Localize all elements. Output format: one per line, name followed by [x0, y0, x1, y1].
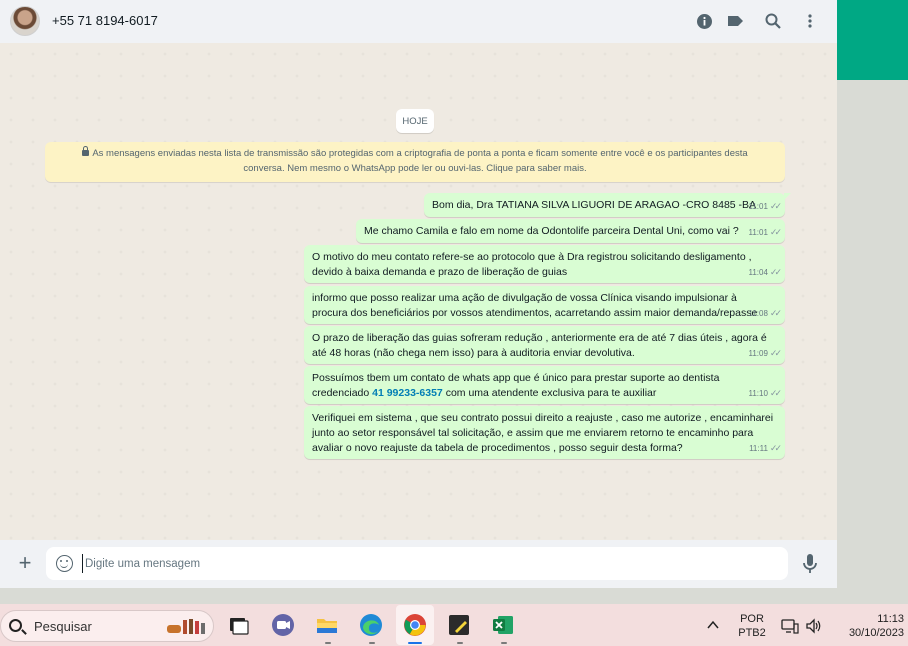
tray-chevron-up-icon[interactable] [707, 620, 719, 630]
teams-chat-icon[interactable] [271, 613, 295, 637]
excel-icon[interactable] [491, 613, 515, 637]
taskbar-search[interactable]: Pesquisar [0, 610, 214, 642]
sticky-app-indicator [457, 642, 463, 644]
message-text: Possuímos tbem um contato de whats app q… [312, 371, 777, 401]
message-meta: 11:01 ✓✓ [748, 199, 782, 214]
date-chip: HOJE [396, 109, 434, 133]
double-check-icon: ✓✓ [769, 348, 782, 358]
desktop-gap [0, 588, 908, 604]
message-bubble[interactable]: O prazo de liberação das guias sofreram … [304, 326, 785, 364]
menu-dots-icon[interactable] [800, 11, 820, 31]
message-bubble[interactable]: O motivo do meu contato refere-se ao pro… [304, 245, 785, 283]
lock-icon [82, 146, 90, 156]
chrome-icon[interactable] [403, 613, 427, 637]
label-icon[interactable] [725, 11, 745, 31]
message-composer: + [0, 540, 837, 588]
double-check-icon: ✓✓ [769, 201, 782, 211]
clock[interactable]: 11:13 30/10/2023 [836, 612, 904, 640]
message-bubble[interactable]: Possuímos tbem um contato de whats app q… [304, 366, 785, 404]
message-meta: 11:01 ✓✓ [748, 225, 782, 240]
emoji-icon[interactable] [56, 555, 73, 572]
message-time: 11:08 [748, 309, 768, 318]
microphone-icon[interactable] [801, 553, 819, 575]
message-input-box[interactable] [46, 547, 788, 580]
contact-name[interactable]: +55 71 8194-6017 [52, 13, 158, 28]
message-bubble[interactable]: Verifiquei em sistema , que seu contrato… [304, 406, 785, 459]
language-label: POR [740, 613, 764, 625]
message-list[interactable]: HOJE As mensagens enviadas nesta lista d… [0, 43, 837, 540]
message-text: O prazo de liberação das guias sofreram … [312, 332, 767, 359]
double-check-icon: ✓✓ [769, 443, 782, 453]
message-text: O motivo do meu contato refere-se ao pro… [312, 251, 752, 278]
file-explorer-indicator [325, 642, 331, 644]
edge-icon[interactable] [359, 613, 383, 637]
excel-indicator [501, 642, 507, 644]
double-check-icon: ✓✓ [769, 308, 782, 318]
network-icon[interactable] [781, 618, 799, 634]
phone-link[interactable]: 41 99233-6357 [372, 387, 443, 399]
taskbar-search-placeholder: Pesquisar [34, 619, 92, 634]
message-text: Verifiquei em sistema , que seu contrato… [312, 412, 774, 454]
double-check-icon: ✓✓ [769, 267, 782, 277]
language-indicator[interactable]: POR PTB2 [735, 612, 769, 640]
message-time: 11:04 [748, 268, 768, 277]
double-check-icon: ✓✓ [769, 388, 782, 398]
message-meta: 11:10 ✓✓ [748, 386, 782, 401]
encryption-notice[interactable]: As mensagens enviadas nesta lista de tra… [45, 142, 785, 182]
message-bubble[interactable]: informo que posso realizar uma ação de d… [304, 286, 785, 324]
avatar[interactable] [10, 6, 40, 36]
info-icon[interactable] [694, 11, 714, 31]
task-view-icon[interactable] [227, 613, 251, 637]
message-meta: 11:04 ✓✓ [748, 265, 782, 280]
clock-date: 30/10/2023 [848, 627, 904, 639]
clock-time: 11:13 [877, 613, 904, 625]
message-text: informo que posso realizar uma ação de d… [312, 292, 758, 319]
message-bubble[interactable]: Me chamo Camila e falo em nome da Odonto… [356, 219, 785, 243]
message-text-part: com uma atendente exclusiva para te auxi… [442, 387, 657, 399]
accent-banner [837, 0, 908, 80]
chrome-indicator [408, 642, 422, 644]
volume-icon[interactable] [805, 618, 823, 634]
message-time: 11:11 [749, 444, 768, 453]
taskbar: Pesquisar POR PTB2 11:13 30/10/2023 [0, 604, 908, 646]
search-icon[interactable] [763, 11, 783, 31]
message-text: Me chamo Camila e falo em nome da Odonto… [364, 225, 739, 237]
whatsapp-window: +55 71 8194-6017 HOJE As mensagens envia… [0, 0, 837, 588]
edge-indicator [369, 642, 375, 644]
message-text: Bom dia, Dra TATIANA SILVA LIGUORI DE AR… [432, 199, 757, 211]
message-meta: 11:08 ✓✓ [748, 306, 782, 321]
double-check-icon: ✓✓ [769, 227, 782, 237]
message-time: 11:09 [748, 349, 768, 358]
message-meta: 11:09 ✓✓ [748, 346, 782, 361]
message-time: 11:01 [748, 202, 768, 211]
message-bubble[interactable]: Bom dia, Dra TATIANA SILVA LIGUORI DE AR… [424, 193, 791, 217]
sticky-app-icon[interactable] [447, 613, 471, 637]
search-icon [9, 619, 22, 632]
encryption-notice-text: As mensagens enviadas nesta lista de tra… [92, 148, 748, 174]
attach-plus-icon[interactable]: + [14, 552, 36, 574]
message-time: 11:01 [748, 228, 768, 237]
message-time: 11:10 [748, 389, 768, 398]
chat-header: +55 71 8194-6017 [0, 0, 837, 43]
message-input[interactable] [82, 554, 772, 573]
keyboard-layout-label: PTB2 [738, 627, 766, 639]
search-highlight-icon [167, 619, 205, 634]
file-explorer-icon[interactable] [315, 613, 339, 637]
message-meta: 11:11 ✓✓ [749, 441, 782, 456]
background-strip [837, 0, 908, 588]
